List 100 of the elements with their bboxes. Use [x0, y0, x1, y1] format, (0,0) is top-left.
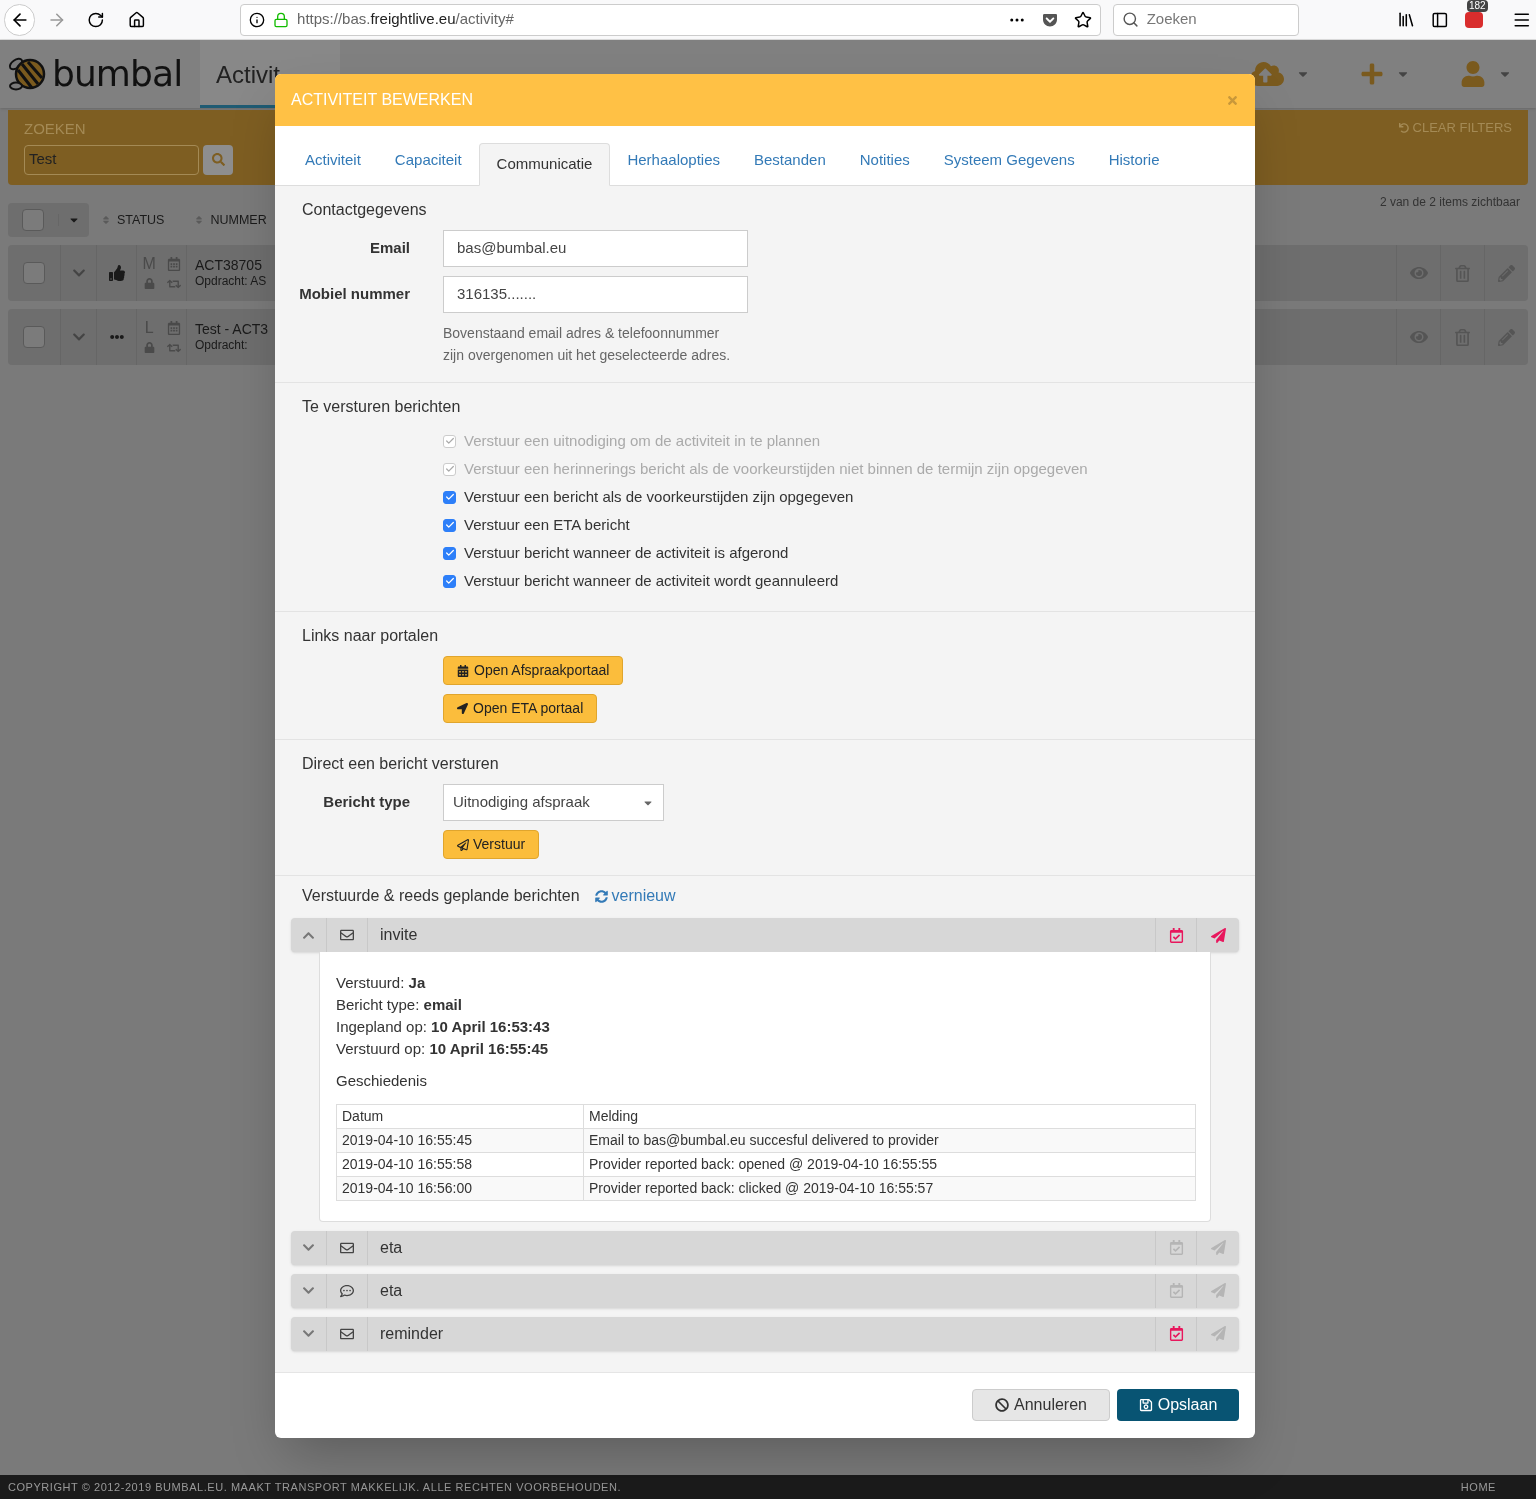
edit-icon[interactable]	[1498, 328, 1515, 346]
search-placeholder: Zoeken	[1146, 9, 1197, 30]
select-all-checkbox[interactable]	[22, 209, 44, 231]
checkbox[interactable]	[443, 574, 456, 588]
table-header: Melding	[583, 1104, 1196, 1128]
portal-button[interactable]: Open Afspraakportaal	[443, 656, 624, 685]
send-button[interactable]: Verstuur	[443, 830, 540, 859]
field-label: Bericht type	[322, 792, 410, 813]
pocket-icon[interactable]	[1041, 11, 1058, 28]
message-header[interactable]: invite	[291, 918, 1239, 952]
tab[interactable]: Notities	[842, 143, 927, 186]
message-header[interactable]: eta	[291, 1273, 1239, 1308]
back-button[interactable]	[4, 3, 36, 36]
input-field[interactable]: bas@bumbal.eu	[443, 230, 748, 267]
view-icon[interactable]	[1409, 264, 1428, 282]
checkbox-label: Verstuur een bericht als de voorkeurstijden zijn opgegeven	[464, 486, 854, 507]
expand-icon[interactable]	[302, 1284, 315, 1297]
copyright-text: COPYRIGHT © 2012-2019 BUMBAL.EU. MAAKT TRANSPORT MAKKELIJK. ALLE RECHTEN VOORBEHOUDEN.	[8, 1479, 622, 1495]
plus-icon[interactable]	[1360, 62, 1384, 86]
close-icon[interactable]	[1226, 93, 1239, 107]
envelope-icon	[340, 1326, 354, 1341]
search-field[interactable]: Zoeken	[1112, 3, 1299, 36]
paper-plane-icon	[457, 838, 469, 851]
send-icon[interactable]	[1210, 1326, 1226, 1341]
column-header[interactable]: NUMMER	[194, 210, 267, 230]
sidebar-icon[interactable]	[1431, 10, 1449, 29]
trash-icon[interactable]	[1454, 264, 1471, 282]
save-button[interactable]: Opslaan	[1117, 1389, 1239, 1421]
cancel-button[interactable]: Annuleren	[972, 1389, 1110, 1421]
refresh-icon	[594, 889, 608, 903]
table-cell: Provider reported back: opened @ 2019-04-10 16:55:55	[583, 1152, 1196, 1176]
tab[interactable]: Systeem Gegevens	[926, 143, 1092, 186]
tab[interactable]: Herhaalopties	[610, 143, 737, 186]
send-icon[interactable]	[1210, 1240, 1226, 1255]
tab[interactable]: Historie	[1091, 143, 1177, 186]
calendar-icon	[166, 320, 181, 335]
tab[interactable]: Bestanden	[737, 143, 843, 186]
section-heading: Verstuurde & reeds geplande berichten	[302, 886, 580, 906]
trash-icon[interactable]	[1454, 328, 1471, 346]
field-label: Email	[368, 238, 410, 259]
table-cell: Email to bas@bumbal.eu succesful delivered to provider	[583, 1128, 1196, 1152]
section-heading: Links naar portalen	[302, 626, 440, 646]
send-icon[interactable]	[1210, 1283, 1226, 1298]
search-icon	[211, 153, 225, 166]
input-field[interactable]: 316135.......	[443, 276, 748, 313]
checkbox[interactable]	[443, 518, 456, 532]
portal-button[interactable]: Open ETA portaal	[443, 694, 598, 723]
section-heading: Contactgegevens	[302, 200, 428, 220]
lock-icon	[273, 11, 290, 28]
home-icon[interactable]	[128, 10, 147, 29]
calendar-icon	[457, 664, 469, 677]
view-icon[interactable]	[1409, 328, 1428, 346]
lock-icon	[143, 278, 155, 289]
info-icon[interactable]	[249, 11, 266, 28]
message-name: eta	[380, 1280, 403, 1301]
expand-icon[interactable]	[302, 1241, 315, 1254]
arrow-icon	[457, 703, 468, 714]
badge-count: 182	[1466, 0, 1488, 12]
checkbox-label: Verstuur een ETA bericht	[464, 514, 630, 535]
refresh-link[interactable]: vernieuw	[594, 884, 676, 908]
user-icon[interactable]	[1460, 61, 1486, 87]
table-cell: Provider reported back: clicked @ 2019-04-10 16:55:57	[583, 1176, 1196, 1200]
column-header[interactable]: STATUS	[101, 210, 165, 230]
history-heading: Geschiedenis	[336, 1071, 428, 1091]
envelope-icon	[340, 1240, 354, 1255]
star-icon[interactable]	[1073, 10, 1092, 29]
search-button[interactable]	[203, 144, 233, 175]
select-all-control[interactable]	[8, 203, 89, 237]
detail-line: Ingepland op: 10 April 16:53:43	[336, 1017, 551, 1037]
row-checkbox[interactable]	[23, 262, 45, 284]
section-heading: Te versturen berichten	[302, 397, 462, 417]
calendar-check-icon[interactable]	[1168, 1240, 1184, 1255]
row-checkbox[interactable]	[23, 326, 45, 348]
checkbox[interactable]	[443, 546, 456, 560]
activity-number: ACT38705	[195, 257, 263, 273]
send-icon[interactable]	[1210, 927, 1226, 943]
tab[interactable]: Activiteit	[288, 143, 378, 186]
extension-icon[interactable]	[1464, 11, 1483, 28]
sort-icon	[101, 215, 111, 225]
calendar-check-icon[interactable]	[1168, 1283, 1184, 1298]
table-cell: 2019-04-10 16:55:45	[336, 1128, 584, 1152]
calendar-check-icon[interactable]	[1168, 927, 1184, 943]
search-icon	[1121, 11, 1139, 28]
edit-icon[interactable]	[1498, 264, 1515, 282]
checkbox-label: Verstuur een herinnerings bericht als de voorkeurstijden niet binnen de termijn zijn opgegeven	[464, 458, 1088, 479]
library-icon[interactable]	[1396, 10, 1416, 29]
save-icon	[1138, 1398, 1153, 1412]
expand-icon[interactable]	[302, 1327, 315, 1340]
calendar-check-icon[interactable]	[1168, 1326, 1184, 1341]
reload-icon[interactable]	[86, 10, 105, 29]
tab[interactable]: Communicatie	[478, 143, 611, 186]
message-type-select[interactable]: Uitnodiging afspraak	[443, 784, 664, 821]
undo-icon	[1398, 123, 1409, 133]
checkbox[interactable]	[443, 490, 456, 504]
tab[interactable]: Capaciteit	[377, 143, 479, 186]
ban-icon	[995, 1398, 1009, 1412]
address-bar[interactable]: https://bas.freightlive.eu/activity#	[240, 3, 1101, 36]
message-header[interactable]: reminder	[291, 1316, 1239, 1351]
home-link[interactable]: HOME	[1460, 1478, 1496, 1496]
message-header[interactable]: eta	[291, 1230, 1239, 1265]
